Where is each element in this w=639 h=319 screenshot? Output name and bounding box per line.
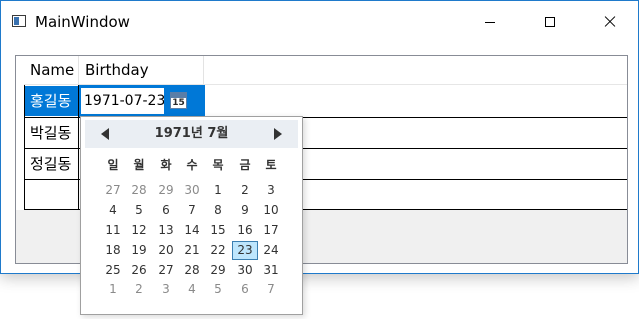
day-of-week-label: 화: [160, 158, 172, 172]
table-row-name-cell[interactable]: 박길동: [25, 118, 78, 148]
calendar-day[interactable]: 22: [205, 241, 231, 260]
calendar-day[interactable]: 20: [153, 241, 179, 260]
title-bar[interactable]: MainWindow: [1, 1, 638, 43]
calendar-day[interactable]: 19: [126, 241, 152, 260]
calendar-day[interactable]: 1: [100, 280, 126, 299]
calendar-day[interactable]: 15: [205, 221, 231, 240]
previous-month-button[interactable]: [93, 120, 117, 148]
calendar-day[interactable]: 29: [153, 181, 179, 200]
next-month-button[interactable]: [266, 120, 290, 148]
calendar-day[interactable]: 30: [232, 261, 258, 280]
calendar-popup: 1971년 7월 일월화수목금토 27 28 29 30 1 2 3 4 5 6 7 8 9 10 11 12…: [80, 116, 303, 315]
calendar-day[interactable]: 25: [100, 261, 126, 280]
column-header-name[interactable]: Name: [24, 56, 79, 85]
calendar-day[interactable]: 13: [153, 221, 179, 240]
column-header-birthday[interactable]: Birthday: [79, 56, 204, 85]
close-icon: [604, 16, 616, 28]
calendar-day[interactable]: 26: [126, 261, 152, 280]
calendar-day[interactable]: 4: [100, 201, 126, 220]
calendar-day[interactable]: 16: [232, 221, 258, 240]
calendar-day[interactable]: 24: [258, 241, 284, 260]
calendar-day[interactable]: 7: [258, 280, 284, 299]
calendar-day[interactable]: 10: [258, 201, 284, 220]
minimize-icon: [485, 21, 495, 23]
calendar-day[interactable]: 8: [205, 201, 231, 220]
calendar-day[interactable]: 23: [232, 241, 258, 260]
day-of-week-label: 목: [212, 158, 224, 172]
calendar-day[interactable]: 3: [258, 181, 284, 200]
calendar-day[interactable]: 5: [205, 280, 231, 299]
calendar-day[interactable]: 4: [179, 280, 205, 299]
app-icon: [12, 15, 26, 27]
maximize-icon: [545, 17, 555, 27]
calendar-day[interactable]: 31: [258, 261, 284, 280]
calendar-day[interactable]: 29: [205, 261, 231, 280]
calendar-day[interactable]: 6: [232, 280, 258, 299]
calendar-day[interactable]: 30: [179, 181, 205, 200]
day-of-week-label: 토: [265, 158, 277, 172]
calendar-day[interactable]: 6: [153, 201, 179, 220]
calendar-day[interactable]: 7: [179, 201, 205, 220]
calendar-icon: 15: [170, 97, 187, 109]
table-row-name-cell[interactable]: [25, 180, 78, 210]
calendar-day[interactable]: 27: [153, 261, 179, 280]
calendar-header: 1971년 7월: [85, 120, 298, 148]
calendar-day[interactable]: 28: [179, 261, 205, 280]
birthday-datepicker[interactable]: 15: [79, 85, 205, 117]
table-row-name-cell[interactable]: 홍길동: [25, 86, 78, 116]
calendar-day[interactable]: 18: [100, 241, 126, 260]
calendar-day[interactable]: 12: [126, 221, 152, 240]
calendar-day[interactable]: 9: [232, 201, 258, 220]
calendar-day[interactable]: 14: [179, 221, 205, 240]
calendar-day[interactable]: 3: [153, 280, 179, 299]
calendar-day[interactable]: 1: [205, 181, 231, 200]
close-button[interactable]: [587, 1, 633, 43]
maximize-button[interactable]: [527, 1, 573, 43]
arrow-right-icon: [274, 128, 282, 140]
calendar-day[interactable]: 11: [100, 221, 126, 240]
day-of-week-label: 월: [133, 158, 145, 172]
birthday-date-input[interactable]: [81, 88, 164, 114]
window-title: MainWindow: [35, 13, 130, 31]
calendar-day[interactable]: 2: [232, 181, 258, 200]
table-row-name-cell[interactable]: 정길동: [25, 149, 78, 179]
calendar-month-title[interactable]: 1971년 7월: [125, 120, 258, 148]
calendar-day[interactable]: 27: [100, 181, 126, 200]
calendar-day[interactable]: 17: [258, 221, 284, 240]
calendar-day[interactable]: 28: [126, 181, 152, 200]
day-of-week-label: 금: [239, 158, 251, 172]
calendar-day[interactable]: 5: [126, 201, 152, 220]
minimize-button[interactable]: [467, 1, 513, 43]
day-of-week-label: 수: [186, 158, 198, 172]
calendar-day[interactable]: 2: [126, 280, 152, 299]
arrow-left-icon: [101, 128, 109, 140]
calendar-day[interactable]: 21: [179, 241, 205, 260]
day-of-week-label: 일: [107, 158, 119, 172]
open-calendar-button[interactable]: 15: [168, 88, 190, 113]
